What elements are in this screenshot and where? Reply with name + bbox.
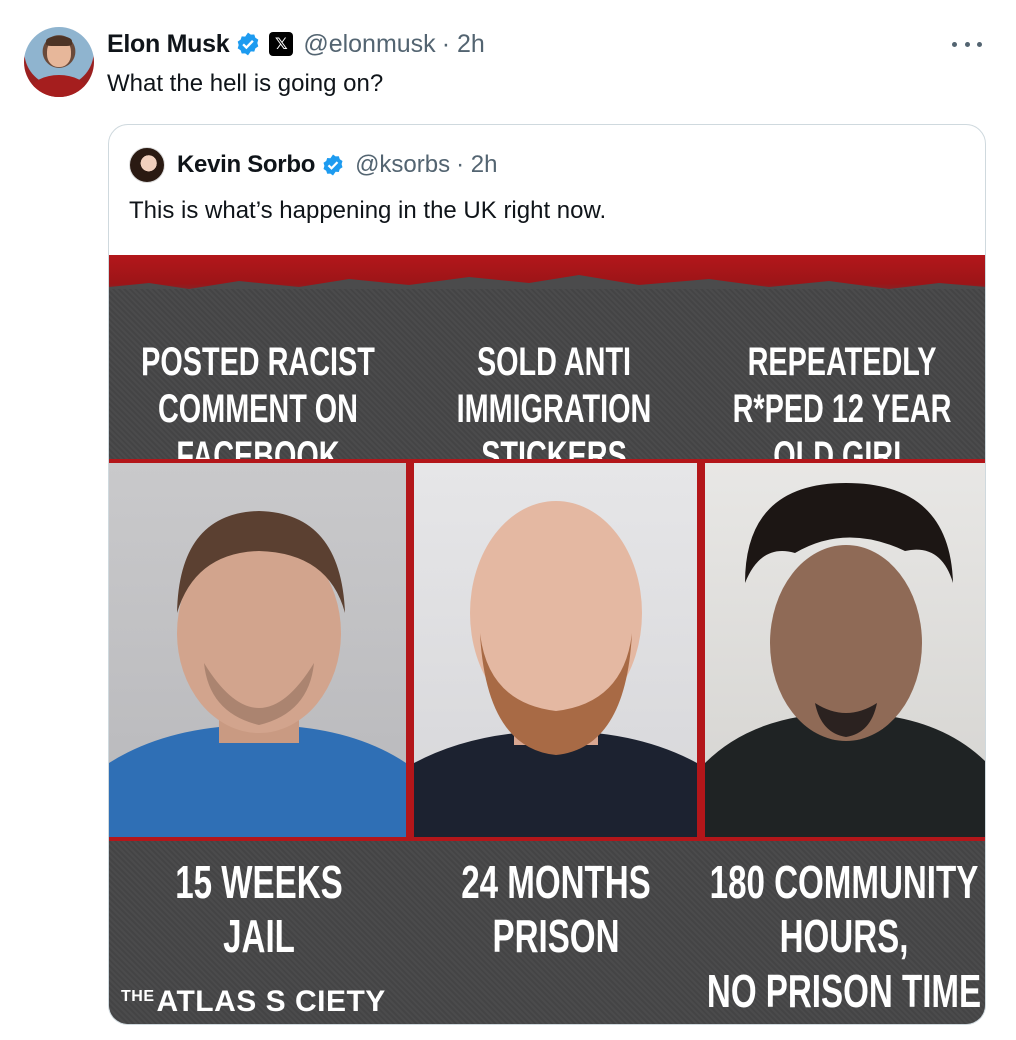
more-options-icon[interactable]	[952, 34, 982, 54]
author-handle[interactable]: @elonmusk	[303, 30, 435, 59]
verified-badge-icon	[238, 32, 259, 56]
offense-panel: POSTED RACIST COMMENT ON FACEBOOK SOLD A…	[109, 289, 985, 478]
author-avatar[interactable]	[24, 27, 94, 97]
tweet-header: Elon Musk 𝕏 @elonmusk · 2h	[107, 28, 485, 60]
quoted-tweet-header: Kevin Sorbo @ksorbs · 2h	[129, 147, 497, 183]
quoted-tweet-card[interactable]: Kevin Sorbo @ksorbs · 2h This is what’s …	[108, 124, 986, 1025]
quoted-tweet-image[interactable]: POSTED RACIST COMMENT ON FACEBOOK SOLD A…	[109, 255, 985, 1024]
mugshot-1	[109, 463, 406, 837]
quoted-author-avatar[interactable]	[129, 147, 165, 183]
tweet: Elon Musk 𝕏 @elonmusk · 2h What the hell…	[0, 0, 1016, 1040]
mugshot-3	[705, 463, 985, 837]
sentence-label-2: 24 MONTHS PRISON	[461, 856, 651, 963]
tweet-time[interactable]: · 2h	[442, 30, 485, 59]
sentence-label-1: 15 WEEKS JAIL	[175, 856, 343, 963]
quoted-author-name[interactable]: Kevin Sorbo	[177, 151, 315, 179]
quoted-tweet-text: This is what’s happening in the UK right…	[129, 197, 607, 224]
quoted-tweet-time[interactable]: · 2h	[456, 151, 497, 179]
divider	[697, 463, 705, 837]
x-affiliate-badge-icon: 𝕏	[269, 32, 294, 56]
quoted-author-handle[interactable]: @ksorbs	[355, 151, 450, 179]
watermark-text: ATLAS S CIETY	[156, 985, 386, 1018]
watermark-prefix: THE	[121, 988, 155, 1005]
watermark-logo: THEATLAS S CIETY	[121, 985, 386, 1019]
author-name[interactable]: Elon Musk	[107, 30, 230, 59]
sentence-label-3: 180 COMMUNITY HOURS, NO PRISON TIME	[706, 856, 982, 1017]
divider	[406, 463, 414, 837]
verified-badge-icon	[323, 154, 343, 176]
mugshot-2	[414, 463, 697, 837]
tweet-text: What the hell is going on?	[107, 70, 384, 97]
